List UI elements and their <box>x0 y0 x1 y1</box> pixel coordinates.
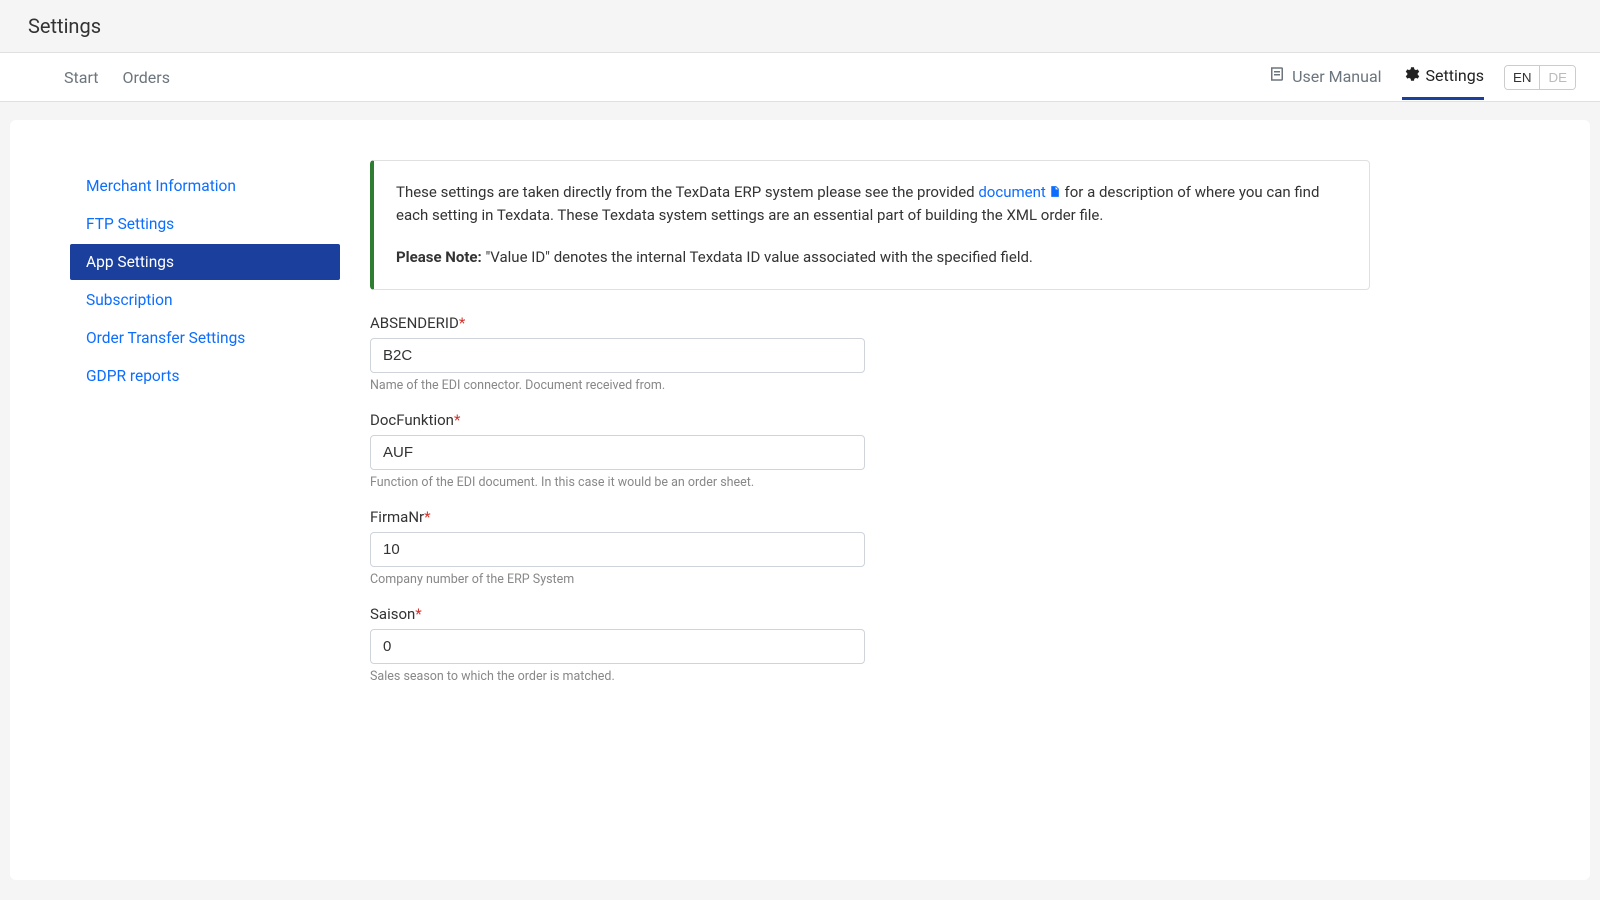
note-label: Please Note: <box>396 248 482 266</box>
label-text: ABSENDERID <box>370 314 459 332</box>
info-box-paragraph: These settings are taken directly from t… <box>396 181 1347 228</box>
input-absenderid[interactable] <box>370 338 865 373</box>
nav-link-start[interactable]: Start <box>64 68 98 87</box>
main-card: Merchant Information FTP Settings App Se… <box>10 120 1590 880</box>
label-firmanr: FirmaNr* <box>370 508 865 526</box>
info-box: These settings are taken directly from t… <box>370 160 1370 290</box>
language-switch: EN DE <box>1504 65 1576 90</box>
input-firmanr[interactable] <box>370 532 865 567</box>
required-asterisk: * <box>459 314 465 332</box>
lang-de-button[interactable]: DE <box>1539 66 1575 89</box>
document-link[interactable]: document <box>978 183 1060 201</box>
label-docfunktion: DocFunktion* <box>370 411 865 429</box>
help-saison: Sales season to which the order is match… <box>370 669 865 684</box>
label-text: DocFunktion <box>370 411 454 429</box>
content-area: These settings are taken directly from t… <box>370 150 1370 840</box>
required-asterisk: * <box>454 411 460 429</box>
required-asterisk: * <box>415 605 421 623</box>
nav-link-orders[interactable]: Orders <box>122 68 169 87</box>
top-nav-right: User Manual Settings EN DE <box>1268 55 1576 100</box>
page-title: Settings <box>0 0 1600 52</box>
info-text-before: These settings are taken directly from t… <box>396 183 978 201</box>
info-box-note: Please Note: "Value ID" denotes the inte… <box>396 246 1347 269</box>
top-nav: Start Orders User Manual Settings EN DE <box>0 52 1600 102</box>
gear-icon <box>1402 65 1420 87</box>
nav-link-user-manual[interactable]: User Manual <box>1268 65 1381 89</box>
nav-link-settings[interactable]: Settings <box>1402 55 1484 100</box>
help-docfunktion: Function of the EDI document. In this ca… <box>370 475 865 490</box>
input-saison[interactable] <box>370 629 865 664</box>
label-saison: Saison* <box>370 605 865 623</box>
label-text: Saison <box>370 605 415 623</box>
form-field-saison: Saison* Sales season to which the order … <box>370 605 865 684</box>
sidebar-item-merchant-information[interactable]: Merchant Information <box>70 168 340 204</box>
sidebar-item-gdpr-reports[interactable]: GDPR reports <box>70 358 340 394</box>
file-pdf-icon <box>1046 183 1061 201</box>
sidebar-item-subscription[interactable]: Subscription <box>70 282 340 318</box>
label-absenderid: ABSENDERID* <box>370 314 865 332</box>
book-icon <box>1268 65 1286 87</box>
nav-link-user-manual-label: User Manual <box>1292 67 1381 86</box>
help-firmanr: Company number of the ERP System <box>370 572 865 587</box>
document-link-label: document <box>978 183 1045 201</box>
top-nav-left: Start Orders <box>24 68 170 87</box>
required-asterisk: * <box>424 508 430 526</box>
note-text: "Value ID" denotes the internal Texdata … <box>482 248 1033 266</box>
help-absenderid: Name of the EDI connector. Document rece… <box>370 378 865 393</box>
nav-link-settings-label: Settings <box>1426 66 1484 85</box>
form-field-absenderid: ABSENDERID* Name of the EDI connector. D… <box>370 314 865 393</box>
sidebar-item-order-transfer-settings[interactable]: Order Transfer Settings <box>70 320 340 356</box>
label-text: FirmaNr <box>370 508 424 526</box>
form-field-firmanr: FirmaNr* Company number of the ERP Syste… <box>370 508 865 587</box>
form-field-docfunktion: DocFunktion* Function of the EDI documen… <box>370 411 865 490</box>
input-docfunktion[interactable] <box>370 435 865 470</box>
sidebar-item-app-settings[interactable]: App Settings <box>70 244 340 280</box>
sidebar-item-ftp-settings[interactable]: FTP Settings <box>70 206 340 242</box>
lang-en-button[interactable]: EN <box>1505 66 1540 89</box>
settings-sidebar: Merchant Information FTP Settings App Se… <box>30 150 340 840</box>
